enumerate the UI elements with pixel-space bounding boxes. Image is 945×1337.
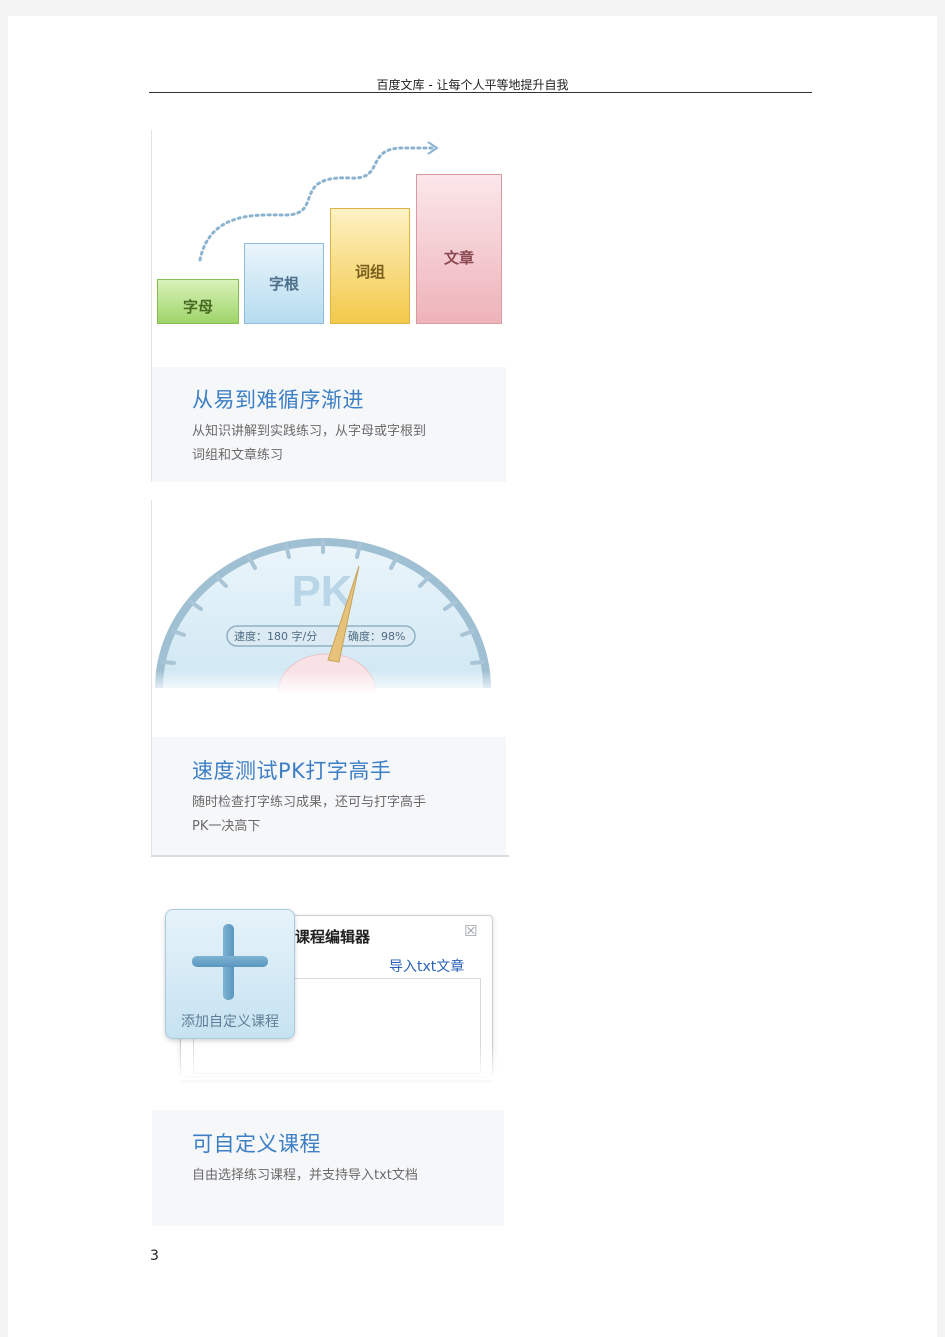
custom-desc-line1: 自由选择练习课程，并支持导入txt文档: [192, 1168, 418, 1183]
plus-icon-bar: [192, 956, 268, 967]
add-custom-course-button[interactable]: 添加自定义课程: [165, 909, 295, 1039]
progress-desc-line2: 词组和文章练习: [192, 448, 284, 463]
speed-title: 速度测试PK打字高手: [192, 759, 392, 783]
step-phrases-label: 词组: [354, 263, 385, 281]
import-txt-link[interactable]: 导入txt文章: [389, 956, 464, 976]
speed-caption: 速度测试PK打字高手 随时检查打字练习成果，还可与打字高手 PK一决高下: [152, 737, 506, 855]
step-radicals: 字根: [244, 243, 324, 324]
speed-gauge: PK 速度：180 字/分 确度：98%: [152, 538, 497, 695]
panel-divider: [151, 855, 509, 857]
step-articles-label: 文章: [443, 249, 474, 267]
editor-title: 课程编辑器: [295, 928, 371, 946]
gauge-speed-label: 速度：180 字/分: [234, 629, 317, 643]
step-radicals-label: 字根: [268, 275, 299, 293]
gauge-accuracy-label: 确度：98%: [348, 629, 405, 643]
progress-desc-line1: 从知识讲解到实践练习，从字母或字根到: [192, 424, 427, 439]
step-letters-label: 字母: [182, 298, 213, 316]
speed-desc-line2: PK一决高下: [192, 819, 261, 834]
close-icon[interactable]: ☒: [464, 922, 477, 940]
step-articles: 文章: [416, 174, 502, 324]
page-header: 百度文库 - 让每个人平等地提升自我: [376, 78, 569, 92]
editor-fade: [160, 1045, 500, 1080]
step-phrases: 词组: [330, 208, 410, 324]
page-number: 3: [150, 1248, 159, 1264]
speed-desc-line1: 随时检查打字练习成果，还可与打字高手: [192, 795, 427, 810]
custom-title: 可自定义课程: [192, 1132, 321, 1156]
header-rule: [149, 92, 812, 93]
progress-caption: 从易到难循序渐进 从知识讲解到实践练习，从字母或字根到 词组和文章练习: [152, 367, 506, 482]
add-course-label: 添加自定义课程: [181, 1014, 279, 1030]
step-letters: 字母: [157, 279, 239, 324]
custom-caption: 可自定义课程 自由选择练习课程，并支持导入txt文档: [152, 1110, 504, 1226]
progress-title: 从易到难循序渐进: [192, 388, 364, 412]
gauge-pk-logo: PK: [291, 567, 352, 616]
